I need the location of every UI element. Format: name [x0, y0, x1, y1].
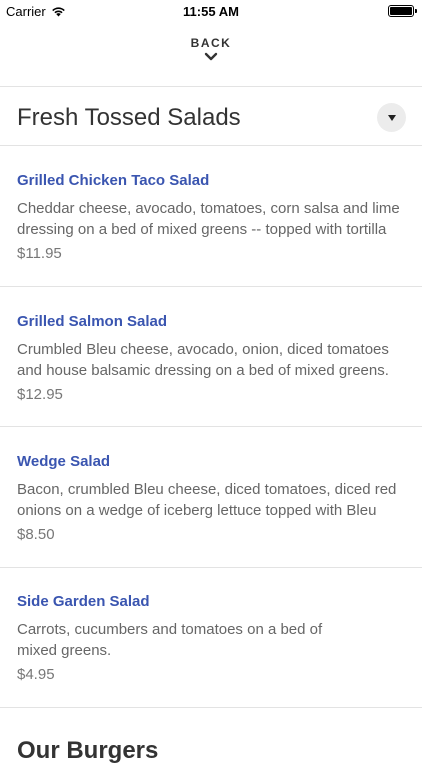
collapse-section-button[interactable]: [377, 103, 406, 132]
menu-item[interactable]: Grilled Salmon Salad Crumbled Bleu chees…: [0, 287, 422, 427]
status-bar: Carrier 11:55 AM: [0, 0, 422, 22]
divider: [0, 86, 422, 87]
section-title: Fresh Tossed Salads: [17, 104, 241, 131]
chevron-down-icon: [204, 52, 218, 61]
item-price: $4.95: [17, 666, 55, 683]
item-description: Cheddar cheese, avocado, tomatoes, corn …: [17, 200, 400, 238]
item-name: Grilled Salmon Salad: [17, 313, 168, 330]
menu-item[interactable]: Side Garden Salad Carrots, cucumbers and…: [0, 567, 422, 707]
item-description: Bacon, crumbled Bleu cheese, diced tomat…: [17, 481, 397, 519]
battery-level: [390, 7, 412, 15]
item-price: $11.95: [17, 245, 62, 262]
item-price: $8.50: [17, 526, 55, 543]
divider: [0, 707, 422, 708]
back-label: BACK: [190, 36, 232, 50]
item-description: Crumbled Bleu cheese, avocado, onion, di…: [17, 341, 389, 379]
item-name: Wedge Salad: [17, 453, 111, 470]
menu-item[interactable]: Wedge Salad Bacon, crumbled Bleu cheese,…: [0, 427, 422, 567]
item-price: $12.95: [17, 386, 63, 403]
item-name: Side Garden Salad: [17, 593, 150, 610]
next-section-title: Our Burgers: [17, 737, 159, 764]
item-description: Carrots, cucumbers and tomatoes on a bed…: [17, 621, 323, 659]
battery-icon: [388, 5, 417, 17]
item-name: Grilled Chicken Taco Salad: [17, 172, 210, 189]
back-button[interactable]: BACK: [0, 36, 422, 84]
section-header: Fresh Tossed Salads: [0, 98, 422, 144]
caret-down-icon: [387, 114, 396, 121]
status-time: 11:55 AM: [183, 4, 239, 19]
menu-item[interactable]: Grilled Chicken Taco Salad Cheddar chees…: [0, 146, 422, 286]
